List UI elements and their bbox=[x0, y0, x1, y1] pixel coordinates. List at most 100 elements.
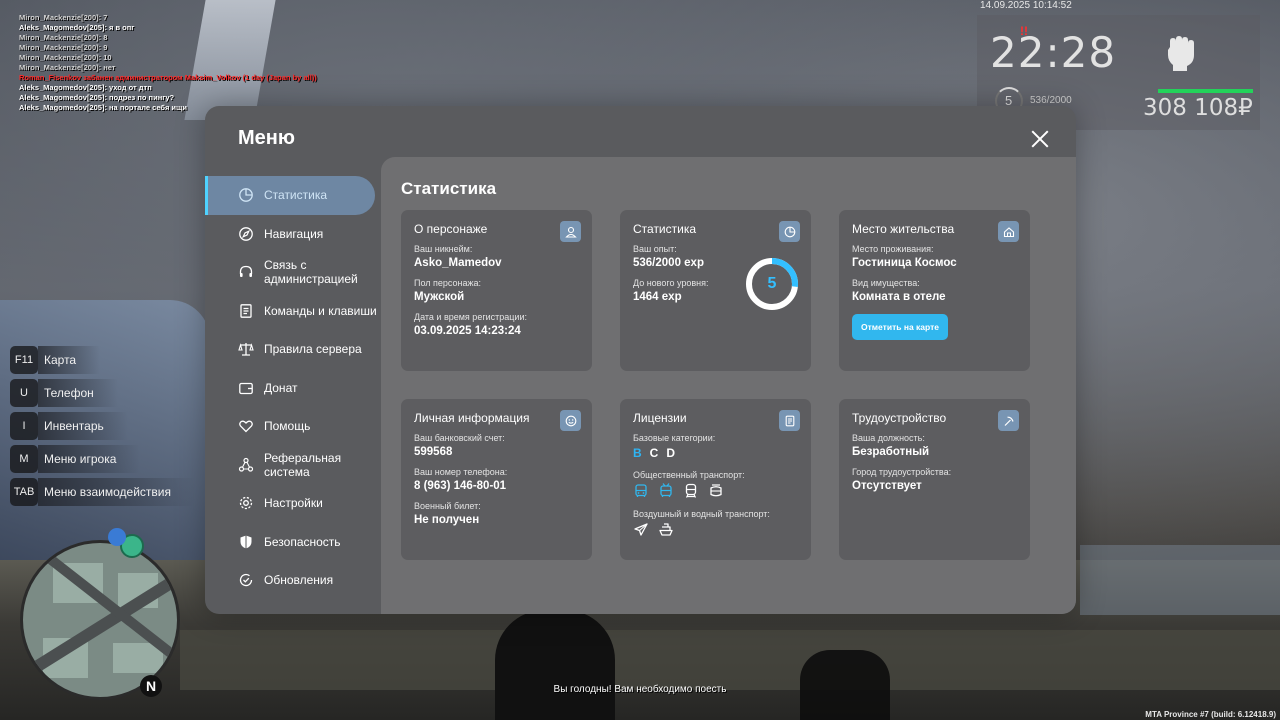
sidebar-item-label: Правила сервера bbox=[264, 342, 362, 357]
card-licenses: Лицензии Базовые категории: BCD Обществе… bbox=[620, 399, 811, 560]
menu-content: Статистика О персонаже Ваш никнейм: Asko… bbox=[381, 157, 1076, 614]
bank-value: 599568 bbox=[414, 446, 453, 458]
keybind-label: Инвентарь bbox=[38, 412, 128, 440]
shield-icon bbox=[238, 534, 254, 550]
compass-icon bbox=[238, 226, 254, 242]
menu-title: Меню bbox=[238, 127, 295, 149]
wallet-icon bbox=[238, 380, 254, 396]
keybind-hints: F11 Карта U Телефон I Инвентарь M Меню игрока TA… bbox=[10, 345, 195, 510]
gear-icon bbox=[238, 495, 254, 511]
pickaxe-icon bbox=[998, 410, 1019, 431]
card-character: О персонаже Ваш никнейм: Asko_Mamedov По… bbox=[401, 210, 592, 371]
keybind-row: F11 Карта bbox=[10, 345, 195, 375]
position-label: Ваша должность: bbox=[852, 433, 925, 443]
card-title: Личная информация bbox=[414, 411, 530, 425]
sidebar-item-label: Донат bbox=[264, 380, 298, 395]
sidebar-item-label: Команды и клавиши bbox=[264, 303, 377, 318]
player-character bbox=[495, 610, 615, 720]
close-icon[interactable] bbox=[1031, 130, 1049, 148]
sidebar-item-5[interactable]: Донат bbox=[205, 369, 381, 408]
pie-chart-icon bbox=[779, 221, 800, 242]
card-personal: Личная информация Ваш банковский счет: 5… bbox=[401, 399, 592, 560]
sidebar-item-8[interactable]: Настройки bbox=[205, 484, 381, 523]
plane-icon bbox=[633, 522, 649, 538]
train-icon bbox=[683, 483, 699, 499]
scales-icon bbox=[238, 341, 254, 357]
sidebar-item-label: Статистика bbox=[264, 188, 328, 203]
sidebar-item-1[interactable]: Навигация bbox=[205, 215, 381, 254]
sidebar-item-7[interactable]: Реферальная система bbox=[205, 446, 381, 485]
map-blip-blue bbox=[108, 528, 126, 546]
card-title: Трудоустройство bbox=[852, 411, 947, 425]
public-transport-icons bbox=[633, 483, 798, 499]
refresh-check-icon bbox=[238, 572, 254, 588]
chat-message: Miron_Mackenzie[200]: 8 bbox=[19, 33, 108, 42]
chat-message: Miron_Mackenzie[200]: 7 bbox=[19, 13, 108, 22]
fist-icon bbox=[1168, 36, 1194, 71]
home-icon bbox=[998, 221, 1019, 242]
sidebar-item-2[interactable]: Связь с администрацией bbox=[205, 253, 381, 292]
pie-chart-icon bbox=[238, 187, 254, 203]
base-categories-label: Базовые категории: bbox=[633, 433, 716, 443]
bank-label: Ваш банковский счет: bbox=[414, 433, 505, 443]
air-water-icons bbox=[633, 522, 798, 538]
bus-icon bbox=[633, 483, 649, 499]
sidebar-item-label: Связь с администрацией bbox=[264, 258, 358, 287]
keybind-row: TAB Меню взаимодействия bbox=[10, 477, 195, 507]
chat-message: Miron_Mackenzie[200]: 9 bbox=[19, 43, 108, 52]
hud-date: 14.09.2025 10:14:52 bbox=[980, 0, 1072, 11]
nick-value: Asko_Mamedov bbox=[414, 257, 502, 269]
card-title: Лицензии bbox=[633, 411, 687, 425]
license-category: C bbox=[649, 446, 659, 460]
keybind-label: Телефон bbox=[38, 379, 118, 407]
military-value: Не получен bbox=[414, 514, 480, 526]
keybind-label: Меню игрока bbox=[38, 445, 141, 473]
chat-message: Aleks_Magomedov[205]: уход от дтп bbox=[19, 83, 152, 92]
gender-label: Пол персонажа: bbox=[414, 278, 482, 288]
hud-exp: 536/2000 bbox=[1030, 95, 1072, 106]
place-label: Место проживания: bbox=[852, 244, 934, 254]
keybind-key: F11 bbox=[10, 346, 38, 374]
id-card-icon bbox=[779, 410, 800, 431]
air-water-label: Воздушный и водный транспорт: bbox=[633, 509, 770, 519]
user-icon bbox=[560, 221, 581, 242]
document-icon bbox=[238, 303, 254, 319]
main-menu-window: Меню Статистика Навигация Связь с админист… bbox=[205, 106, 1076, 614]
nick-label: Ваш никнейм: bbox=[414, 244, 473, 254]
sidebar-item-3[interactable]: Команды и клавиши bbox=[205, 292, 381, 331]
sidebar-item-label: Настройки bbox=[264, 496, 323, 511]
license-category: D bbox=[666, 446, 676, 460]
sidebar-item-label: Безопасность bbox=[264, 534, 341, 549]
chat-log: Miron_Mackenzie[200]: 7 Aleks_Magomedov[2… bbox=[19, 13, 317, 113]
keybind-key: M bbox=[10, 445, 38, 473]
card-residence: Место жительства Место проживания: Гости… bbox=[839, 210, 1030, 371]
card-title: О персонаже bbox=[414, 222, 488, 236]
tram-icon bbox=[708, 483, 724, 499]
hud-money: 308 108₽ bbox=[1143, 95, 1253, 121]
chat-message: Miron_Mackenzie[200]: 10 bbox=[19, 53, 112, 62]
sidebar-item-10[interactable]: Обновления bbox=[205, 561, 381, 600]
reg-value: 03.09.2025 14:23:24 bbox=[414, 325, 521, 337]
keybind-row: U Телефон bbox=[10, 378, 195, 408]
property-value: Комната в отеле bbox=[852, 291, 946, 303]
sidebar-item-6[interactable]: Помощь bbox=[205, 407, 381, 446]
sidebar-item-label: Навигация bbox=[264, 226, 324, 241]
property-label: Вид имущества: bbox=[852, 278, 920, 288]
headset-icon bbox=[238, 264, 254, 280]
trolleybus-icon bbox=[658, 483, 674, 499]
reg-label: Дата и время регистрации: bbox=[414, 312, 527, 322]
mark-on-map-button[interactable]: Отметить на карте bbox=[852, 314, 948, 340]
menu-sidebar: Статистика Навигация Связь с администрацие… bbox=[205, 176, 381, 600]
sidebar-item-9[interactable]: Безопасность bbox=[205, 523, 381, 562]
hunger-notice: Вы голодны! Вам необходимо поесть bbox=[553, 684, 727, 695]
handshake-heart-icon bbox=[238, 418, 254, 434]
sidebar-item-4[interactable]: Правила сервера bbox=[205, 330, 381, 369]
exp-label: Ваш опыт: bbox=[633, 244, 677, 254]
card-title: Место жительства bbox=[852, 222, 955, 236]
card-stats: Статистика Ваш опыт: 536/2000 exp До нов… bbox=[620, 210, 811, 371]
sidebar-item-0[interactable]: Статистика bbox=[205, 176, 375, 215]
phone-value: 8 (963) 146-80-01 bbox=[414, 480, 507, 492]
level-number: 5 bbox=[767, 275, 777, 292]
chat-message: Miron_Mackenzie[200]: нет bbox=[19, 63, 116, 72]
work-city-value: Отсутствует bbox=[852, 480, 922, 492]
